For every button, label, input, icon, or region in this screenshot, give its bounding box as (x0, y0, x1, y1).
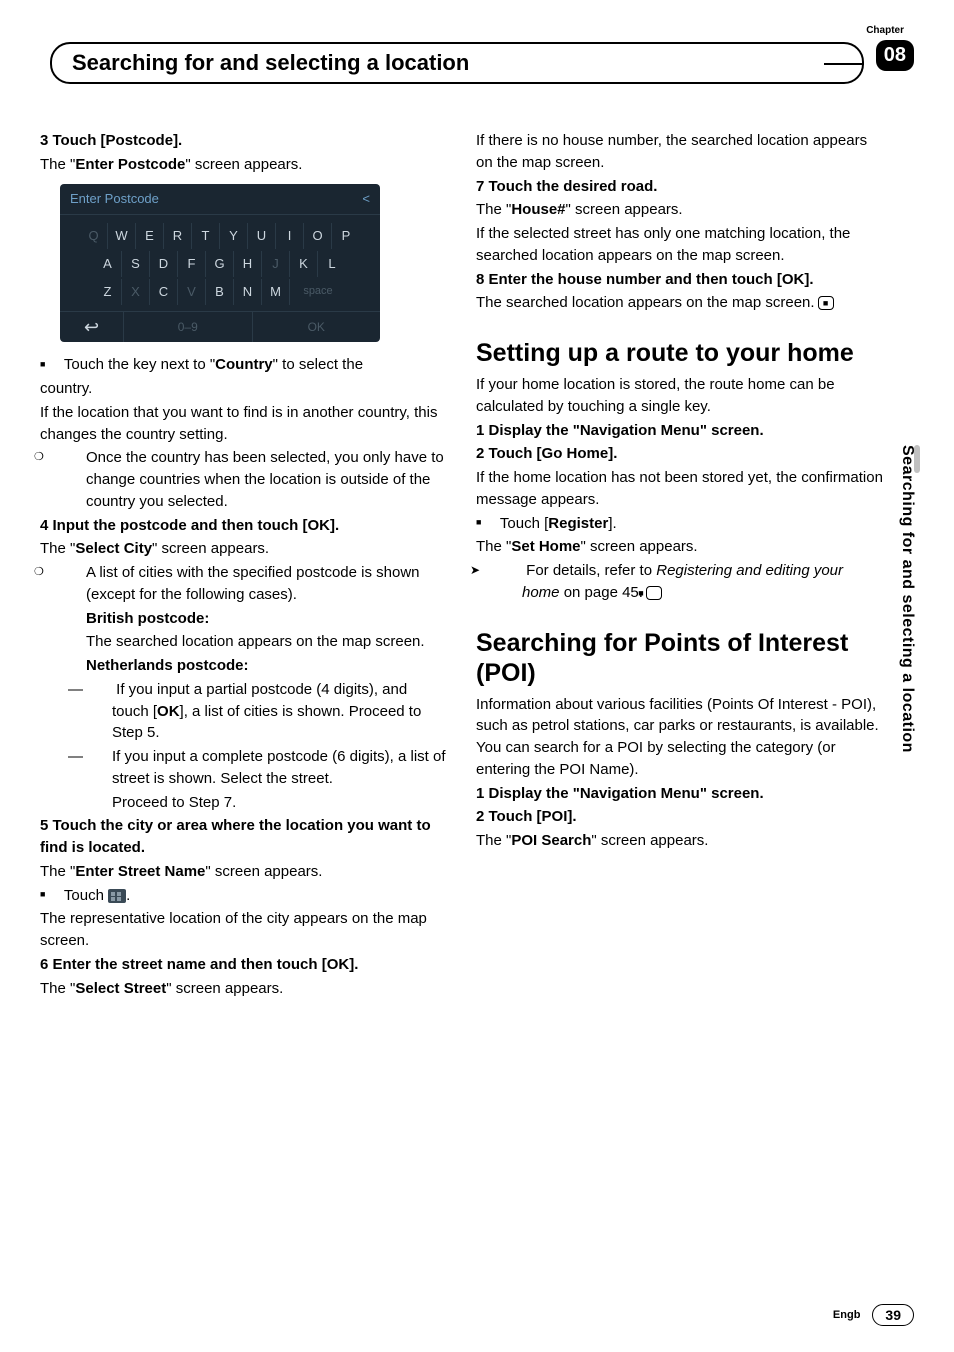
kb-row-1: Q W E R T Y U I O P (64, 223, 376, 249)
key: D (150, 251, 178, 277)
right-column: If there is no house number, the searche… (476, 130, 914, 1001)
chapter-number-badge: 08 (876, 40, 914, 71)
nl-case-1: If you input a partial postcode (4 digit… (40, 679, 448, 744)
page-footer: Engb 39 (833, 1304, 914, 1326)
key: W (108, 223, 136, 249)
key: U (248, 223, 276, 249)
country-note: If the location that you want to find is… (40, 402, 448, 446)
key: E (136, 223, 164, 249)
side-tab-label: Searching for and selecting a location (898, 445, 916, 753)
right-intro: If there is no house number, the searche… (476, 130, 884, 174)
kb-back-arrow-icon: ↩ (60, 312, 124, 342)
route-home-set: The "Set Home" screen appears. (476, 536, 884, 558)
key: Z (94, 279, 122, 305)
key: R (164, 223, 192, 249)
city-icon (108, 889, 126, 903)
poi-intro: Information about various facilities (Po… (476, 694, 884, 781)
kb-title: Enter Postcode (70, 190, 159, 209)
step-7-text: The "House#" screen appears. (476, 199, 884, 221)
key: B (206, 279, 234, 305)
key: S (122, 251, 150, 277)
poi-step-1: 1 Display the "Navigation Menu" screen. (476, 783, 884, 805)
key: V (178, 279, 206, 305)
key: O (304, 223, 332, 249)
kb-numeric-label: 0–9 (124, 312, 253, 342)
key: H (234, 251, 262, 277)
key: Q (80, 223, 108, 249)
kb-ok-label: OK (253, 312, 381, 342)
country-bullet-cont: country. (40, 378, 448, 400)
step-3-text: The "Enter Postcode" screen appears. (40, 154, 448, 176)
key-space: space (290, 279, 346, 305)
step-5-bullet: Touch . (40, 885, 448, 907)
kb-row-3: Z X C V B N M space (64, 279, 376, 305)
step-5-text: The "Enter Street Name" screen appears. (40, 861, 448, 883)
chapter-label: Chapter (866, 25, 904, 36)
page-header: Chapter 08 Searching for and selecting a… (40, 40, 914, 100)
key: P (332, 223, 360, 249)
country-bullet: Touch the key next to "Country" to selec… (40, 354, 448, 376)
step-4-heading: 4 Input the postcode and then touch [OK]… (40, 515, 448, 537)
step-8-text: The searched location appears on the map… (476, 292, 884, 314)
section-end-icon: ■ (818, 296, 834, 310)
key: L (318, 251, 346, 277)
step-5-note: The representative location of the city … (40, 908, 448, 952)
netherlands-postcode-heading: Netherlands postcode: (40, 655, 448, 677)
left-column: 3 Touch [Postcode]. The "Enter Postcode"… (40, 130, 448, 1001)
key: F (178, 251, 206, 277)
kb-back-icon: < (362, 190, 370, 209)
nl-case-2b: Proceed to Step 7. (40, 792, 448, 814)
route-home-step-2: 2 Touch [Go Home]. (476, 443, 884, 465)
key: X (122, 279, 150, 305)
step-4-subnote: A list of cities with the specified post… (40, 562, 448, 606)
key: G (206, 251, 234, 277)
route-home-ref: For details, refer to Registering and ed… (476, 560, 884, 604)
key: T (192, 223, 220, 249)
step-3-heading: 3 Touch [Postcode]. (40, 130, 448, 152)
route-home-bullet: Touch [Register]. (476, 513, 884, 535)
key: I (276, 223, 304, 249)
key: C (150, 279, 178, 305)
route-home-intro: If your home location is stored, the rou… (476, 374, 884, 418)
language-code: Engb (833, 1309, 861, 1321)
key: M (262, 279, 290, 305)
heading-poi: Searching for Points of Interest (POI) (476, 628, 884, 688)
step-5-heading: 5 Touch the city or area where the locat… (40, 815, 448, 859)
page-title: Searching for and selecting a location (50, 42, 864, 84)
content-columns: 3 Touch [Postcode]. The "Enter Postcode"… (40, 130, 914, 1001)
route-home-step-1: 1 Display the "Navigation Menu" screen. (476, 420, 884, 442)
step-8-heading: 8 Enter the house number and then touch … (476, 269, 884, 291)
step-7-heading: 7 Touch the desired road. (476, 176, 884, 198)
poi-step-2: 2 Touch [POI]. (476, 806, 884, 828)
poi-text: The "POI Search" screen appears. (476, 830, 884, 852)
heading-route-home: Setting up a route to your home (476, 338, 884, 368)
route-home-note: If the home location has not been stored… (476, 467, 884, 511)
enter-postcode-screenshot: Enter Postcode < Q W E R T Y U I O P A (60, 184, 380, 343)
key: K (290, 251, 318, 277)
key: J (262, 251, 290, 277)
key: N (234, 279, 262, 305)
kb-row-2: A S D F G H J K L (64, 251, 376, 277)
step-4-text: The "Select City" screen appears. (40, 538, 448, 560)
key: Y (220, 223, 248, 249)
section-end-icon: ■ (646, 586, 662, 600)
nl-case-2: If you input a complete postcode (6 digi… (40, 746, 448, 790)
page-number: 39 (872, 1304, 914, 1326)
key: A (94, 251, 122, 277)
country-subnote: Once the country has been selected, you … (40, 447, 448, 512)
step-6-text: The "Select Street" screen appears. (40, 978, 448, 1000)
step-7-note: If the selected street has only one matc… (476, 223, 884, 267)
step-6-heading: 6 Enter the street name and then touch [… (40, 954, 448, 976)
british-postcode-text: The searched location appears on the map… (40, 631, 448, 653)
british-postcode-heading: British postcode: (40, 608, 448, 630)
